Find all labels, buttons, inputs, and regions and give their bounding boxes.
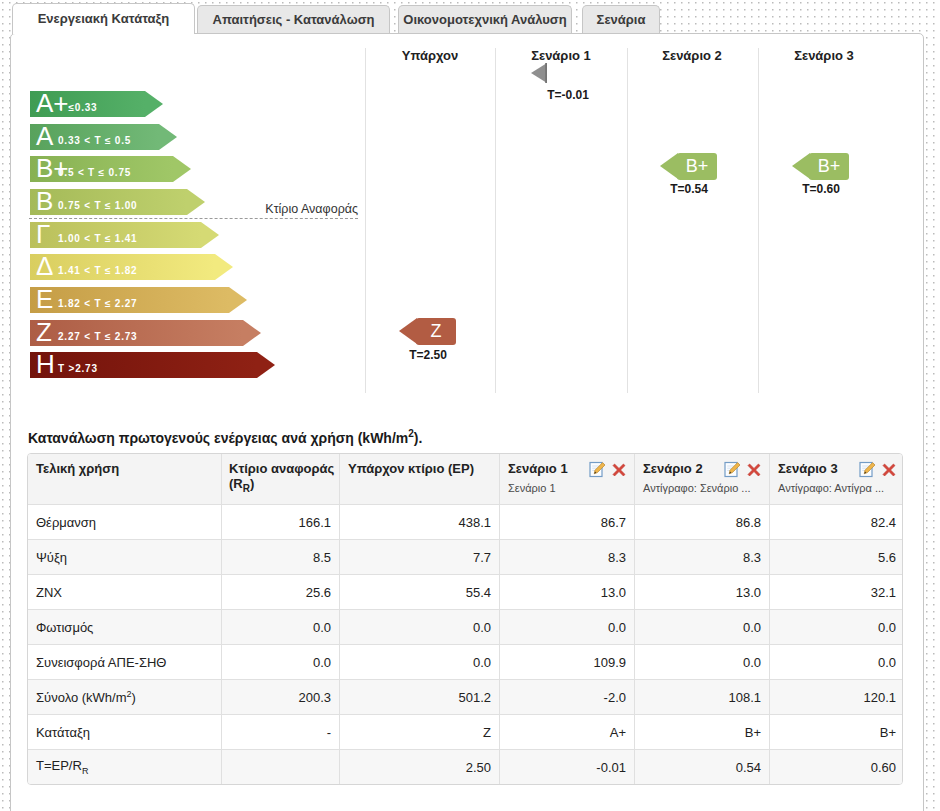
- tab-requirements-consumption[interactable]: Απαιτήσεις - Κατανάλωση: [197, 5, 390, 33]
- bar-letter: Η: [36, 351, 55, 377]
- header-existing-building: Υπάρχον κτίριο (EP): [339, 454, 499, 504]
- bar-letter: Δ: [36, 253, 53, 279]
- column-header-scenario-1: Σενάριο 1: [496, 48, 626, 63]
- column-header-scenario-2: Σενάριο 2: [627, 48, 757, 63]
- energy-bar-zeta: Ζ 2.27 < T ≤ 2.73: [30, 320, 243, 346]
- energy-bar-aplus: A+T ≤0.33: [30, 91, 145, 117]
- bar-tip: [159, 124, 177, 150]
- table-row: ZNX25.655.413.013.032.1: [28, 574, 903, 609]
- bar-tip: [173, 156, 191, 182]
- column-divider: [758, 48, 759, 393]
- bar-letter: Ε: [36, 286, 53, 312]
- energy-bar-a: A 0.33 < T ≤ 0.5: [30, 124, 159, 150]
- scenario1-t-value: T=-0.01: [502, 88, 634, 102]
- bar-range: 1.82 < T ≤ 2.27: [58, 298, 137, 309]
- tab-energy-classification[interactable]: Ενεργειακή Κατάταξη: [12, 3, 195, 34]
- bar-range: 0.75 < T ≤ 1.00: [58, 200, 137, 211]
- column-header-existing: Υπάρχον: [365, 48, 495, 63]
- row-label: Κατάταξη: [28, 714, 221, 749]
- table-row: Κατάταξη-ZA+B+B+: [28, 714, 903, 749]
- header-scenario-2: Σενάριο 2 Αντίγραφο: Σενάριο ...: [634, 454, 769, 504]
- energy-bar-bplus: B+0.5 < T ≤ 0.75: [30, 156, 173, 182]
- header-final-use: Τελική χρήση: [28, 454, 221, 504]
- bar-letter: A: [36, 123, 53, 149]
- energy-bar-eta: ΗT >2.73: [30, 352, 257, 378]
- row-label: Φωτισμός: [28, 609, 221, 644]
- table-row: Θέρμανση166.1438.186.786.882.4: [28, 504, 903, 539]
- bar-range: 0.33 < T ≤ 0.5: [58, 135, 131, 146]
- badge-arrow-icon: [399, 318, 417, 344]
- reference-building-label: Κτίριο Αναφοράς: [198, 202, 358, 216]
- bar-letter: B: [36, 188, 53, 214]
- edit-icon[interactable]: [859, 461, 876, 478]
- existing-t-value: T=2.50: [362, 348, 494, 362]
- row-label: Θέρμανση: [28, 504, 221, 539]
- energy-bar-epsilon: Ε 1.82 < T ≤ 2.27: [30, 287, 229, 313]
- consumption-table-heading: Κατανάλωση πρωτογενούς ενέργειας ανά χρή…: [28, 428, 422, 446]
- table-row: Σύνολο (kWh/m2)200.3501.2-2.0108.1120.1: [28, 679, 903, 714]
- row-label: Ψύξη: [28, 539, 221, 574]
- bar-tip: [201, 222, 219, 248]
- edit-icon[interactable]: [724, 461, 741, 478]
- table-header-row: Τελική χρήση Κτίριο αναφοράς(RR) Υπάρχον…: [28, 454, 903, 504]
- row-label: ZNX: [28, 574, 221, 609]
- table-row: Ψύξη8.57.78.38.35.6: [28, 539, 903, 574]
- header-scenario-1: Σενάριο 1 Σενάριο 1: [499, 454, 634, 504]
- bar-tip: [243, 320, 261, 346]
- row-label: Συνεισφορά ΑΠΕ-ΣΗΘ: [28, 644, 221, 679]
- reference-building-line: [29, 218, 358, 219]
- header-scenario-3: Σενάριο 3 Αντίγραφο: Αντίγρα ...: [769, 454, 903, 504]
- badge-arrow-icon: [792, 153, 810, 179]
- table-row: T=EP/RR2.50-0.010.540.60: [28, 749, 903, 784]
- table-row: Συνεισφορά ΑΠΕ-ΣΗΘ0.00.0109.90.00.0: [28, 644, 903, 679]
- bar-letter: Γ: [36, 221, 50, 247]
- energy-bar-b: B 0.75 < T ≤ 1.00: [30, 189, 187, 215]
- bar-tip: [187, 189, 205, 215]
- scenario3-class-badge: B+: [792, 153, 849, 180]
- bar-tip: [215, 254, 233, 280]
- energy-bar-delta: Δ 1.41 < T ≤ 1.82: [30, 254, 215, 280]
- tab-economic-analysis[interactable]: Οικονομοτεχνική Ανάλυση: [398, 5, 572, 33]
- header-reference-building: Κτίριο αναφοράς(RR): [221, 454, 339, 504]
- column-divider: [365, 48, 366, 393]
- scenario2-class-badge: B+: [660, 153, 717, 180]
- bar-range: 1.41 < T ≤ 1.82: [58, 265, 137, 276]
- bar-letter: Ζ: [36, 319, 52, 345]
- bar-range: 0.5 < T ≤ 0.75: [58, 167, 131, 178]
- bar-tip: [257, 352, 275, 378]
- consumption-table: Τελική χρήση Κτίριο αναφοράς(RR) Υπάρχον…: [27, 453, 903, 785]
- delete-icon[interactable]: [882, 463, 896, 477]
- bar-tip: [229, 287, 247, 313]
- bar-range: 1.00 < T ≤ 1.41: [58, 233, 137, 244]
- tab-scenarios[interactable]: Σενάρια: [582, 5, 660, 33]
- row-label: T=EP/RR: [28, 749, 221, 784]
- bar-range: T >2.73: [58, 363, 98, 374]
- scenario3-t-value: T=0.60: [755, 182, 887, 196]
- energy-bar-gamma: Γ 1.00 < T ≤ 1.41: [30, 222, 201, 248]
- badge-arrow-icon: [660, 153, 678, 179]
- column-header-scenario-3: Σενάριο 3: [759, 48, 889, 63]
- edit-icon[interactable]: [589, 461, 606, 478]
- existing-class-badge: Z: [399, 318, 456, 345]
- table-row: Φωτισμός0.00.00.00.00.0: [28, 609, 903, 644]
- column-divider: [495, 48, 496, 393]
- bar-range: 2.27 < T ≤ 2.73: [58, 331, 137, 342]
- delete-icon[interactable]: [747, 463, 761, 477]
- row-label: Σύνολο (kWh/m2): [28, 679, 221, 714]
- scenario1-offscale-marker-icon: [531, 63, 547, 83]
- bar-range: T ≤0.33: [58, 102, 97, 113]
- delete-icon[interactable]: [612, 463, 626, 477]
- scenario2-t-value: T=0.54: [623, 182, 755, 196]
- bar-tip: [145, 91, 163, 117]
